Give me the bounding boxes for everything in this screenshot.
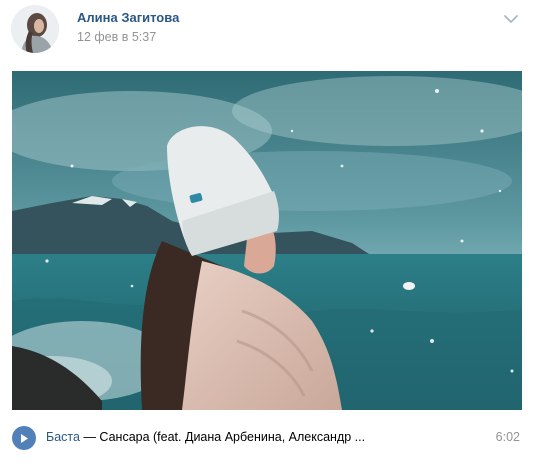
audio-attachment: Баста — Сансара (feat. Диана Арбенина, А… <box>12 426 522 450</box>
audio-track: Баста — Сансара (feat. Диана Арбенина, А… <box>46 430 406 444</box>
post-photo[interactable] <box>12 71 522 410</box>
chevron-down-icon <box>504 15 518 23</box>
audio-duration: 6:02 <box>495 430 520 444</box>
avatar-image <box>11 5 59 53</box>
play-icon <box>21 433 28 443</box>
post-timestamp[interactable]: 12 фев в 5:37 <box>77 30 156 44</box>
wall-post: Алина Загитова 12 фев в 5:37 Баста — Сан… <box>0 0 533 470</box>
post-menu-button[interactable] <box>503 13 519 25</box>
audio-separator: — <box>83 430 96 444</box>
play-button[interactable] <box>12 426 36 450</box>
audio-title[interactable]: Сансара (feat. Диана Арбенина, Александр… <box>99 430 365 444</box>
avatar[interactable] <box>11 5 59 53</box>
audio-artist[interactable]: Баста <box>46 430 80 444</box>
photo-image <box>12 71 522 410</box>
author-name[interactable]: Алина Загитова <box>77 10 179 25</box>
